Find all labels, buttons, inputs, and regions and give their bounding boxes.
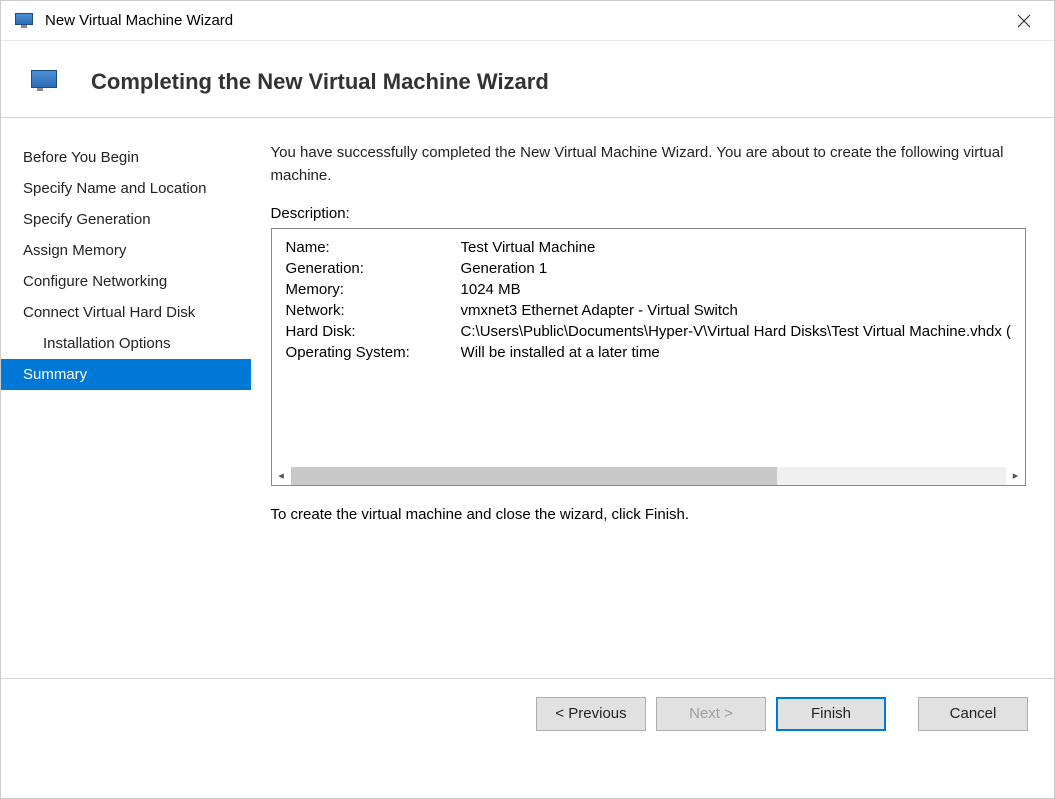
app-icon (15, 13, 35, 29)
sidebar-item-installation-options[interactable]: Installation Options (1, 328, 251, 359)
page-title: Completing the New Virtual Machine Wizar… (91, 69, 549, 95)
desc-key: Name: (286, 239, 461, 256)
wizard-header: Completing the New Virtual Machine Wizar… (1, 41, 1054, 118)
finish-button[interactable]: Finish (776, 697, 886, 731)
horizontal-scrollbar[interactable]: ◂ ▸ (272, 466, 1025, 485)
cancel-button[interactable]: Cancel (918, 697, 1028, 731)
header-icon-wrap (1, 70, 91, 94)
close-button[interactable] (1008, 5, 1040, 37)
sidebar-item-connect-virtual-hard-disk[interactable]: Connect Virtual Hard Disk (1, 297, 251, 328)
main-content: You have successfully completed the New … (251, 118, 1054, 678)
desc-row-memory: Memory: 1024 MB (286, 281, 1011, 298)
sidebar-item-summary[interactable]: Summary (1, 359, 251, 390)
sidebar-item-specify-name-location[interactable]: Specify Name and Location (1, 173, 251, 204)
desc-key: Hard Disk: (286, 323, 461, 340)
finish-hint: To create the virtual machine and close … (271, 506, 1026, 523)
titlebar: New Virtual Machine Wizard (1, 1, 1054, 41)
intro-text: You have successfully completed the New … (271, 142, 1026, 187)
scroll-track[interactable] (291, 467, 1006, 485)
desc-key: Operating System: (286, 344, 461, 361)
desc-val: Generation 1 (461, 260, 548, 277)
window-title: New Virtual Machine Wizard (45, 12, 1008, 29)
scroll-left-icon[interactable]: ◂ (272, 466, 291, 485)
desc-val: C:\Users\Public\Documents\Hyper-V\Virtua… (461, 323, 1011, 340)
sidebar-item-specify-generation[interactable]: Specify Generation (1, 204, 251, 235)
desc-val: vmxnet3 Ethernet Adapter - Virtual Switc… (461, 302, 738, 319)
description-label: Description: (271, 205, 1026, 222)
body: Before You Begin Specify Name and Locati… (1, 118, 1054, 678)
desc-row-generation: Generation: Generation 1 (286, 260, 1011, 277)
desc-key: Network: (286, 302, 461, 319)
description-box: Name: Test Virtual Machine Generation: G… (271, 228, 1026, 486)
desc-row-operating-system: Operating System: Will be installed at a… (286, 344, 1011, 361)
sidebar: Before You Begin Specify Name and Locati… (1, 118, 251, 678)
description-table: Name: Test Virtual Machine Generation: G… (272, 229, 1025, 466)
desc-val: 1024 MB (461, 281, 521, 298)
desc-key: Memory: (286, 281, 461, 298)
sidebar-item-configure-networking[interactable]: Configure Networking (1, 266, 251, 297)
desc-row-name: Name: Test Virtual Machine (286, 239, 1011, 256)
monitor-icon (31, 70, 61, 94)
desc-key: Generation: (286, 260, 461, 277)
desc-row-network: Network: vmxnet3 Ethernet Adapter - Virt… (286, 302, 1011, 319)
next-button: Next > (656, 697, 766, 731)
scroll-right-icon[interactable]: ▸ (1006, 466, 1025, 485)
sidebar-item-before-you-begin[interactable]: Before You Begin (1, 142, 251, 173)
desc-val: Test Virtual Machine (461, 239, 596, 256)
desc-row-hard-disk: Hard Disk: C:\Users\Public\Documents\Hyp… (286, 323, 1011, 340)
previous-button[interactable]: < Previous (536, 697, 646, 731)
footer: < Previous Next > Finish Cancel (1, 678, 1054, 748)
close-icon (1017, 14, 1031, 28)
desc-val: Will be installed at a later time (461, 344, 660, 361)
scroll-thumb[interactable] (291, 467, 778, 485)
sidebar-item-assign-memory[interactable]: Assign Memory (1, 235, 251, 266)
